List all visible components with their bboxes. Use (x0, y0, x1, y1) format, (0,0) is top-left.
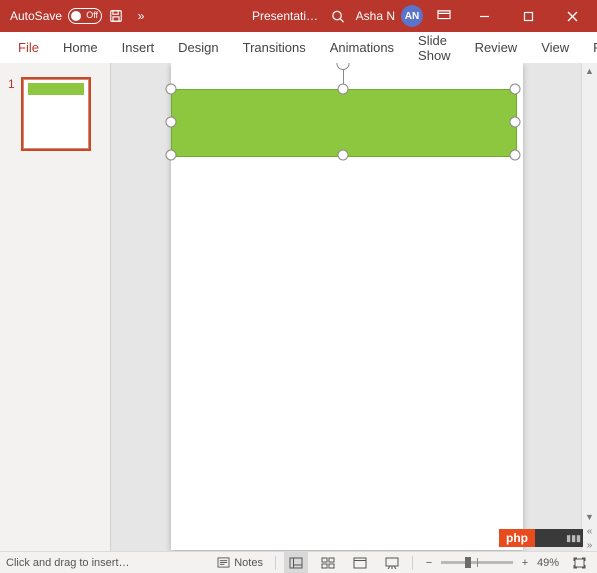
ribbon-tabs: File Home Insert Design Transitions Anim… (0, 32, 597, 64)
zoom-out-button[interactable]: − (421, 552, 437, 573)
scroll-down[interactable]: ▼ (582, 509, 597, 524)
autosave-label: AutoSave (10, 9, 62, 23)
thumb-number: 1 (8, 77, 15, 91)
slide-sorter-button[interactable] (316, 552, 340, 573)
titlebar: AutoSave Off » Presentati… Asha N AN (0, 0, 597, 32)
slideshow-button[interactable] (380, 552, 404, 573)
autosave-switch[interactable]: Off (68, 8, 102, 24)
next-slide-button[interactable]: » (582, 538, 597, 552)
reading-view-button[interactable] (348, 552, 372, 573)
resize-handle-ne[interactable] (510, 84, 521, 95)
qatoolbar-overflow[interactable]: » (130, 9, 152, 23)
notes-button[interactable]: Notes (213, 552, 267, 573)
tab-insert[interactable]: Insert (112, 32, 165, 63)
selected-shape[interactable] (163, 89, 523, 159)
resize-handle-se[interactable] (510, 150, 521, 161)
slide-canvas-area[interactable]: ▲ ▼ « » (111, 63, 597, 552)
rectangle-shape[interactable] (171, 89, 517, 157)
search-button[interactable] (330, 0, 345, 32)
prev-slide-button[interactable]: « (582, 524, 597, 538)
autosave-toggle[interactable]: AutoSave Off (10, 8, 102, 24)
resize-handle-nw[interactable] (166, 84, 177, 95)
watermark-badge: php ▮▮▮ (499, 529, 583, 547)
scroll-up[interactable]: ▲ (582, 63, 597, 78)
tab-home[interactable]: Home (53, 32, 108, 63)
normal-view-button[interactable] (284, 552, 308, 573)
slide-thumbnail-pane[interactable]: 1 (0, 63, 111, 552)
zoom-percent[interactable]: 49% (537, 557, 559, 569)
status-message: Click and drag to insert… (6, 557, 130, 569)
resize-handle-sw[interactable] (166, 150, 177, 161)
zoom-slider[interactable] (441, 561, 513, 564)
fit-to-window-button[interactable] (567, 552, 591, 573)
resize-handle-e[interactable] (510, 117, 521, 128)
resize-handle-w[interactable] (166, 117, 177, 128)
avatar[interactable]: AN (401, 5, 423, 27)
resize-handle-n[interactable] (338, 84, 349, 95)
close-button[interactable] (553, 0, 591, 32)
vertical-scrollbar[interactable]: ▲ ▼ « » (581, 63, 597, 552)
tab-slideshow[interactable]: Slide Show (408, 32, 461, 63)
zoom-in-button[interactable]: + (517, 552, 533, 573)
tab-recording[interactable]: Recordi (583, 32, 597, 63)
tab-design[interactable]: Design (168, 32, 228, 63)
statusbar: Click and drag to insert… Notes − + 49% (0, 551, 597, 573)
resize-handle-s[interactable] (338, 150, 349, 161)
tab-view[interactable]: View (531, 32, 579, 63)
user-name[interactable]: Asha N (356, 9, 395, 23)
maximize-button[interactable] (509, 0, 547, 32)
slide-thumbnail-1[interactable] (21, 77, 91, 151)
slide[interactable] (171, 63, 523, 550)
rotate-handle[interactable] (337, 63, 350, 70)
tab-review[interactable]: Review (465, 32, 528, 63)
save-button[interactable] (102, 0, 130, 32)
minimize-button[interactable] (465, 0, 503, 32)
tab-transitions[interactable]: Transitions (233, 32, 316, 63)
tab-file[interactable]: File (4, 32, 53, 63)
tab-animations[interactable]: Animations (320, 32, 404, 63)
ribbon-display-options[interactable] (429, 0, 459, 32)
document-title: Presentati… (252, 9, 318, 23)
